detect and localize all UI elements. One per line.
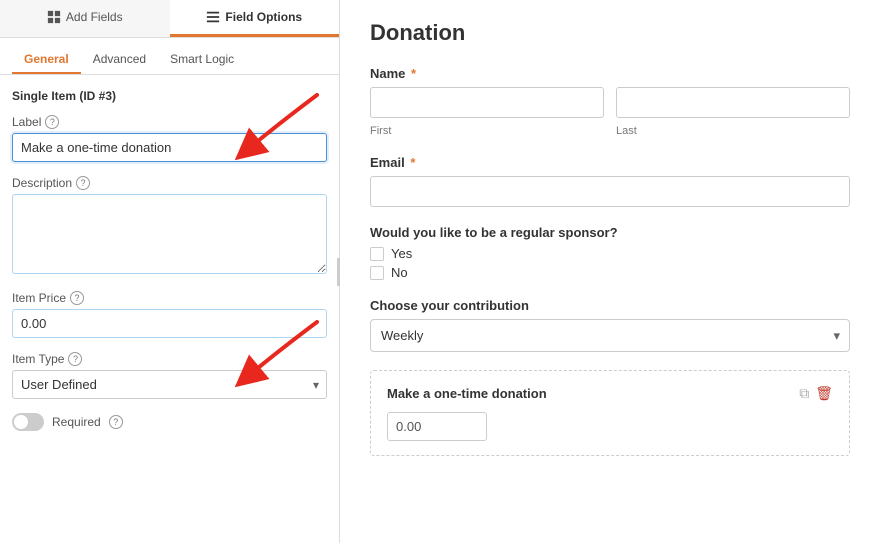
sub-tabs-bar: General Advanced Smart Logic xyxy=(0,38,339,75)
description-help-icon[interactable]: ? xyxy=(76,176,90,190)
description-label: Description ? xyxy=(12,176,327,190)
required-toggle[interactable] xyxy=(12,413,44,431)
item-type-select-wrapper: User Defined Fixed xyxy=(12,370,327,399)
sponsor-no-checkbox[interactable] xyxy=(370,266,384,280)
contribution-select-wrapper: Weekly Monthly Yearly xyxy=(370,319,850,352)
email-field-label: Email * xyxy=(370,155,850,170)
email-input[interactable] xyxy=(370,176,850,207)
card-actions: ⧉ 🗑 xyxy=(799,385,833,402)
contribution-field-group: Choose your contribution Weekly Monthly … xyxy=(370,298,850,352)
list-icon xyxy=(206,10,220,24)
field-options-tab[interactable]: Field Options xyxy=(170,0,340,37)
sponsor-yes-label: Yes xyxy=(391,246,412,261)
label-field-label: Label ? xyxy=(12,115,327,129)
last-name-input[interactable] xyxy=(616,87,850,118)
item-type-group: Item Type ? User Defined Fixed xyxy=(12,352,327,399)
name-inputs-row xyxy=(370,87,850,118)
grid-icon xyxy=(47,10,61,24)
donation-card: Make a one-time donation ⧉ 🗑 xyxy=(370,370,850,456)
donation-amount-input[interactable] xyxy=(387,412,487,441)
label-input[interactable] xyxy=(12,133,327,162)
donation-card-title: Make a one-time donation xyxy=(387,386,547,401)
name-sub-labels: First Last xyxy=(370,122,850,137)
item-price-input[interactable] xyxy=(12,309,327,338)
sponsor-yes-checkbox[interactable] xyxy=(370,247,384,261)
sponsor-checkboxes: Yes No xyxy=(370,246,850,280)
right-panel: Donation Name * First Last Email * Would… xyxy=(340,0,880,543)
description-group: Description ? xyxy=(12,176,327,277)
contribution-select[interactable]: Weekly Monthly Yearly xyxy=(370,319,850,352)
required-help-icon[interactable]: ? xyxy=(109,415,123,429)
duplicate-icon[interactable]: ⧉ xyxy=(799,385,809,402)
sub-tab-smart-logic[interactable]: Smart Logic xyxy=(158,46,246,74)
first-name-sub-label: First xyxy=(370,125,391,137)
field-options-tab-label: Field Options xyxy=(225,10,302,24)
name-field-group: Name * First Last xyxy=(370,66,850,137)
field-id-label: Single Item (ID #3) xyxy=(12,89,327,103)
sponsor-no-label: No xyxy=(391,265,408,280)
form-title: Donation xyxy=(370,20,850,46)
name-required-star: * xyxy=(411,66,416,81)
panel-content: Single Item (ID #3) Label ? Descriptio xyxy=(0,75,339,543)
add-fields-tab-label: Add Fields xyxy=(66,10,123,24)
email-field-group: Email * xyxy=(370,155,850,207)
label-group: Label ? xyxy=(12,115,327,162)
sub-tab-general[interactable]: General xyxy=(12,46,81,74)
sub-tab-advanced[interactable]: Advanced xyxy=(81,46,158,74)
item-type-help-icon[interactable]: ? xyxy=(68,352,82,366)
last-name-sub-label: Last xyxy=(616,125,637,137)
name-field-label: Name * xyxy=(370,66,850,81)
add-fields-tab[interactable]: Add Fields xyxy=(0,0,170,37)
sponsor-field-group: Would you like to be a regular sponsor? … xyxy=(370,225,850,280)
item-type-select[interactable]: User Defined Fixed xyxy=(12,370,327,399)
item-price-group: Item Price ? xyxy=(12,291,327,338)
contribution-label: Choose your contribution xyxy=(370,298,850,313)
description-textarea[interactable] xyxy=(12,194,327,274)
sponsor-label: Would you like to be a regular sponsor? xyxy=(370,225,850,240)
donation-card-header: Make a one-time donation ⧉ 🗑 xyxy=(387,385,833,402)
first-name-input[interactable] xyxy=(370,87,604,118)
email-required-star: * xyxy=(410,155,415,170)
delete-icon[interactable]: 🗑 xyxy=(815,385,833,402)
panel-tabs: Add Fields Field Options xyxy=(0,0,339,38)
item-price-help-icon[interactable]: ? xyxy=(70,291,84,305)
required-toggle-row: Required ? xyxy=(12,413,327,431)
item-price-label: Item Price ? xyxy=(12,291,327,305)
sponsor-yes-row: Yes xyxy=(370,246,850,261)
sponsor-no-row: No xyxy=(370,265,850,280)
label-help-icon[interactable]: ? xyxy=(45,115,59,129)
item-type-label: Item Type ? xyxy=(12,352,327,366)
required-label: Required xyxy=(52,415,101,429)
